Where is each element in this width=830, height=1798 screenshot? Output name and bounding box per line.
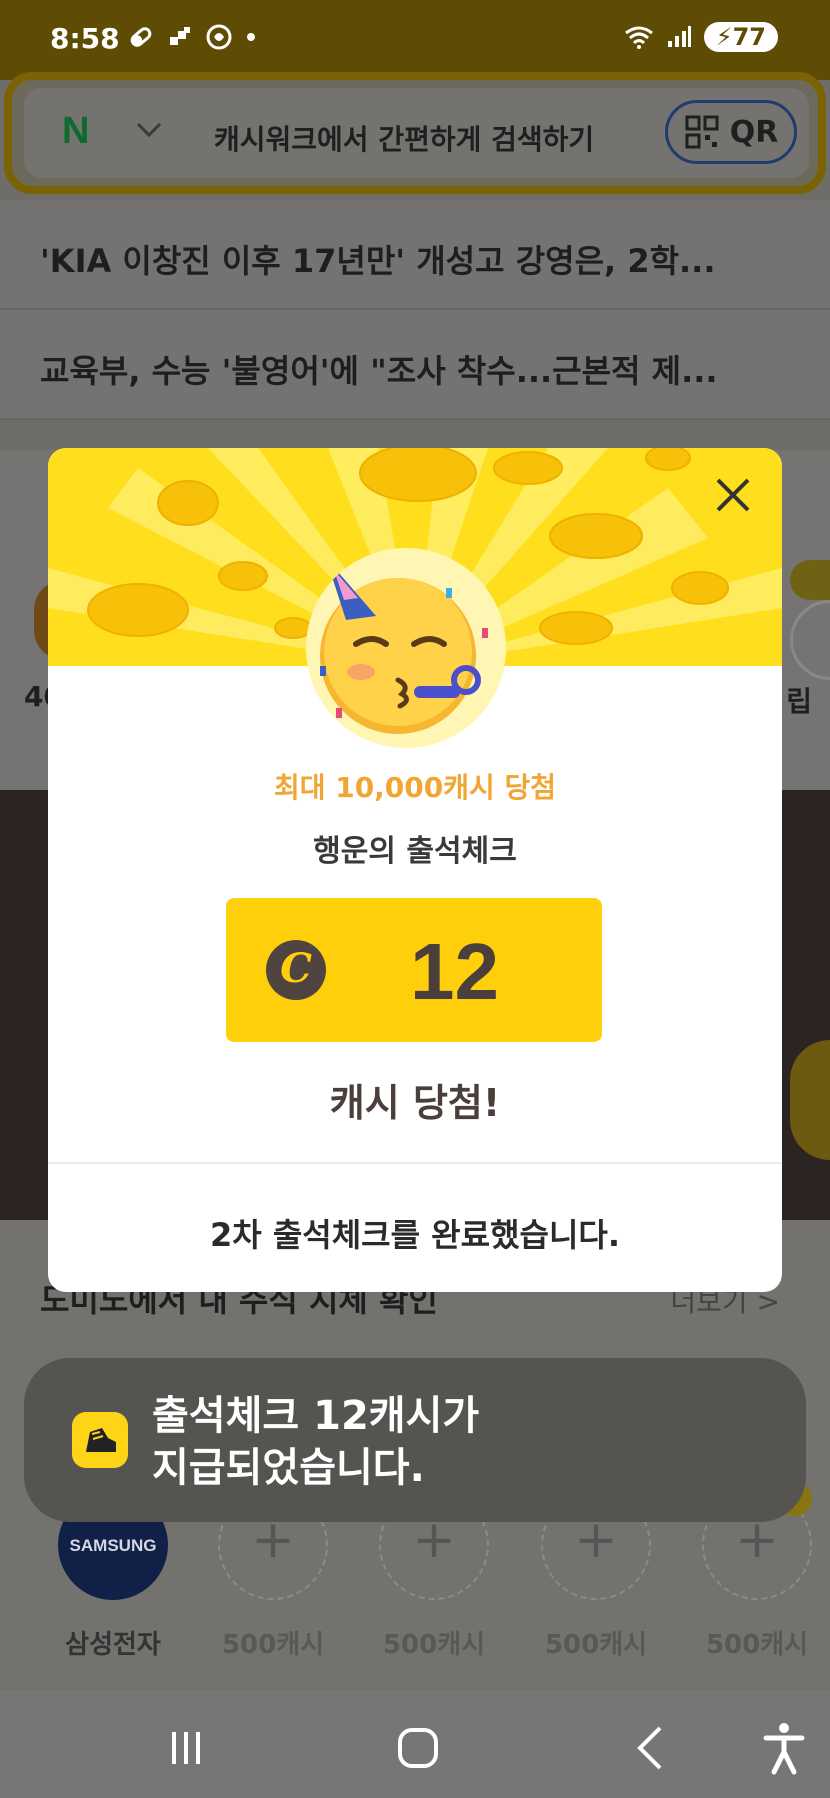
back-icon[interactable] [622, 1718, 682, 1778]
win-message: 캐시 당첨! [329, 1081, 501, 1125]
modal-divider [48, 1162, 782, 1164]
stock-name: 삼성전자 [65, 1630, 161, 1660]
signal-icon [667, 26, 691, 47]
status-bar: 8:58 ⚡77 [0, 0, 830, 80]
modal-title: 행운의 출석체크 [313, 834, 517, 869]
qr-label: QR [729, 114, 779, 150]
search-box[interactable]: N 캐시워크에서 간편하게 검색하기 QR [24, 88, 809, 178]
news-item[interactable]: 'KIA 이창진 이후 17년만' 개성고 강영은, 2학... [0, 200, 830, 310]
accessibility-icon[interactable] [754, 1718, 814, 1778]
wifi-icon [624, 26, 653, 49]
news-item[interactable]: 교육부, 수능 '불영어'에 "조사 착수...근본적 제... [0, 310, 830, 420]
news-headline[interactable]: 교육부, 수능 '불영어'에 "조사 착수...근본적 제... [40, 346, 718, 392]
qr-button[interactable]: QR [665, 100, 797, 164]
stock-reward: 500캐시 [382, 1630, 486, 1660]
news-headline[interactable]: 'KIA 이창진 이후 17년만' 개성고 강영은, 2학... [40, 236, 716, 282]
stock-reward: 500캐시 [221, 1630, 325, 1660]
party-face-icon [306, 548, 506, 748]
samsung-logo-text: SAMSUNG [69, 1536, 157, 1555]
status-left-icons [128, 24, 256, 50]
toast-line: 출석체크 12캐시가 [152, 1393, 480, 1439]
battery-icon: ⚡77 [703, 22, 778, 52]
attendance-modal: 최대 10,000캐시 당첨 행운의 출석체크 C 12 캐시 당첨! 2차 출… [48, 448, 782, 1292]
dot-icon [247, 33, 255, 41]
toast-message: 출석체크 12캐시가 지급되었습니다. [152, 1390, 479, 1494]
search-engine-logo[interactable]: N [62, 110, 89, 153]
battery-level: 77 [732, 23, 766, 51]
system-nav-bar [0, 1690, 830, 1798]
status-right-icons: ⚡77 [624, 22, 778, 52]
coin-icon [790, 1040, 830, 1160]
recent-apps-icon[interactable] [156, 1718, 216, 1778]
reward-amount: 12 [410, 927, 499, 1016]
reward-amount-box: C 12 [226, 898, 602, 1042]
notification-icon [170, 27, 190, 45]
home-icon[interactable] [388, 1718, 448, 1778]
chevron-down-icon[interactable] [134, 114, 164, 144]
modal-subtitle: 최대 10,000캐시 당첨 [273, 771, 557, 804]
cashwalk-shoe-icon [72, 1412, 128, 1468]
background-label: 립 [786, 685, 812, 718]
stock-reward: 500캐시 [544, 1630, 648, 1660]
status-time: 8:58 [50, 22, 120, 55]
stock-reward: 500캐시 [705, 1630, 809, 1660]
app-icon [206, 24, 232, 50]
completion-message[interactable]: 2차 출석체크를 완료했습니다. [48, 1210, 782, 1256]
toast-notification: 출석체크 12캐시가 지급되었습니다. [24, 1358, 806, 1522]
cash-coin-icon: C [266, 940, 326, 1000]
toast-line: 지급되었습니다. [152, 1445, 425, 1491]
pill-icon [130, 27, 152, 47]
qr-code-icon [685, 115, 719, 149]
coin-icon [790, 560, 830, 600]
close-icon[interactable] [708, 470, 758, 520]
search-placeholder[interactable]: 캐시워크에서 간편하게 검색하기 [214, 118, 594, 158]
search-bar[interactable]: N 캐시워크에서 간편하게 검색하기 QR [4, 72, 826, 194]
